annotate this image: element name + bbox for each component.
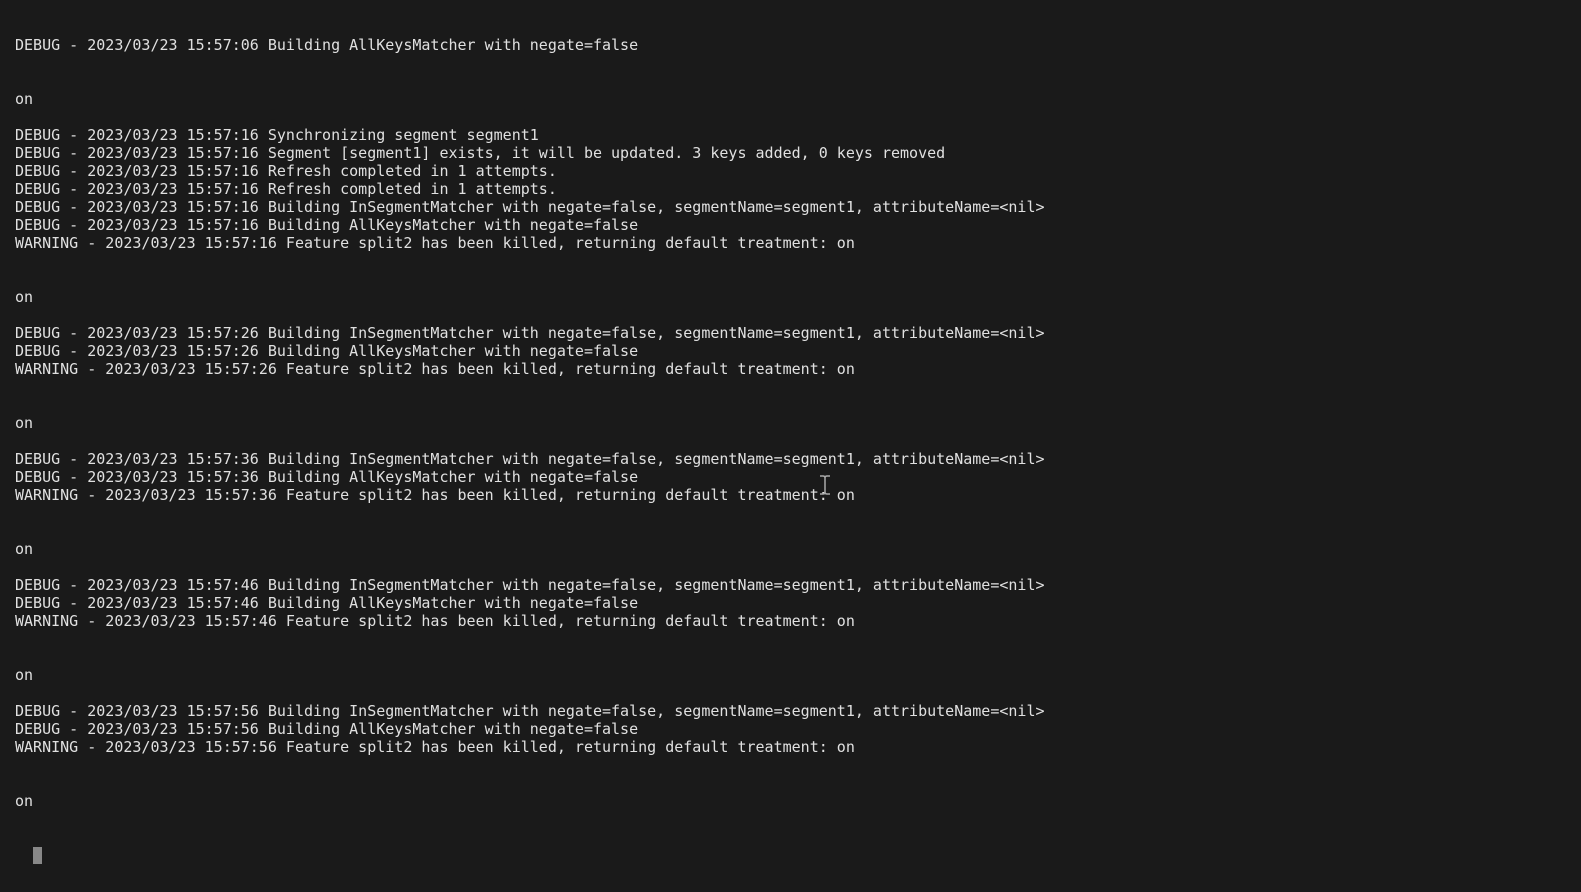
log-line: DEBUG - 2023/03/23 15:57:46 Building InS… <box>15 576 1566 594</box>
blank-line <box>15 630 1566 648</box>
log-line: WARNING - 2023/03/23 15:57:16 Feature sp… <box>15 234 1566 252</box>
log-line: on <box>15 414 1566 432</box>
log-line: on <box>15 288 1566 306</box>
log-line: DEBUG - 2023/03/23 15:57:16 Refresh comp… <box>15 180 1566 198</box>
log-line: DEBUG - 2023/03/23 15:57:36 Building All… <box>15 468 1566 486</box>
blank-line <box>15 522 1566 540</box>
log-line: on <box>15 792 1566 810</box>
blank-line <box>15 54 1566 72</box>
blank-line <box>15 72 1566 90</box>
blank-line <box>15 558 1566 576</box>
blank-line <box>15 504 1566 522</box>
blank-line <box>15 756 1566 774</box>
blank-line <box>15 396 1566 414</box>
blank-line <box>15 108 1566 126</box>
blank-line <box>15 774 1566 792</box>
log-line: WARNING - 2023/03/23 15:57:46 Feature sp… <box>15 612 1566 630</box>
log-line: DEBUG - 2023/03/23 15:57:16 Building All… <box>15 216 1566 234</box>
blank-line <box>15 270 1566 288</box>
log-line: on <box>15 90 1566 108</box>
log-line: DEBUG - 2023/03/23 15:57:36 Building InS… <box>15 450 1566 468</box>
log-line: DEBUG - 2023/03/23 15:57:56 Building InS… <box>15 702 1566 720</box>
blank-line <box>15 252 1566 270</box>
log-line: WARNING - 2023/03/23 15:57:26 Feature sp… <box>15 360 1566 378</box>
log-line: DEBUG - 2023/03/23 15:57:16 Refresh comp… <box>15 162 1566 180</box>
log-line: on <box>15 540 1566 558</box>
log-line: DEBUG - 2023/03/23 15:57:26 Building All… <box>15 342 1566 360</box>
log-line: DEBUG - 2023/03/23 15:57:16 Synchronizin… <box>15 126 1566 144</box>
log-line: DEBUG - 2023/03/23 15:57:26 Building InS… <box>15 324 1566 342</box>
log-line: WARNING - 2023/03/23 15:57:56 Feature sp… <box>15 738 1566 756</box>
blank-line <box>15 306 1566 324</box>
terminal-output[interactable]: DEBUG - 2023/03/23 15:57:06 Building All… <box>15 0 1566 864</box>
log-line: DEBUG - 2023/03/23 15:57:06 Building All… <box>15 36 1566 54</box>
blank-line <box>15 684 1566 702</box>
log-line: DEBUG - 2023/03/23 15:57:16 Building InS… <box>15 198 1566 216</box>
blank-line <box>15 432 1566 450</box>
blank-line <box>15 648 1566 666</box>
terminal-cursor <box>33 847 42 864</box>
log-line: DEBUG - 2023/03/23 15:57:56 Building All… <box>15 720 1566 738</box>
log-line: DEBUG - 2023/03/23 15:57:16 Segment [seg… <box>15 144 1566 162</box>
log-line: on <box>15 666 1566 684</box>
blank-line <box>15 378 1566 396</box>
blank-line <box>15 810 1566 828</box>
log-line: DEBUG - 2023/03/23 15:57:46 Building All… <box>15 594 1566 612</box>
log-line: WARNING - 2023/03/23 15:57:36 Feature sp… <box>15 486 1566 504</box>
